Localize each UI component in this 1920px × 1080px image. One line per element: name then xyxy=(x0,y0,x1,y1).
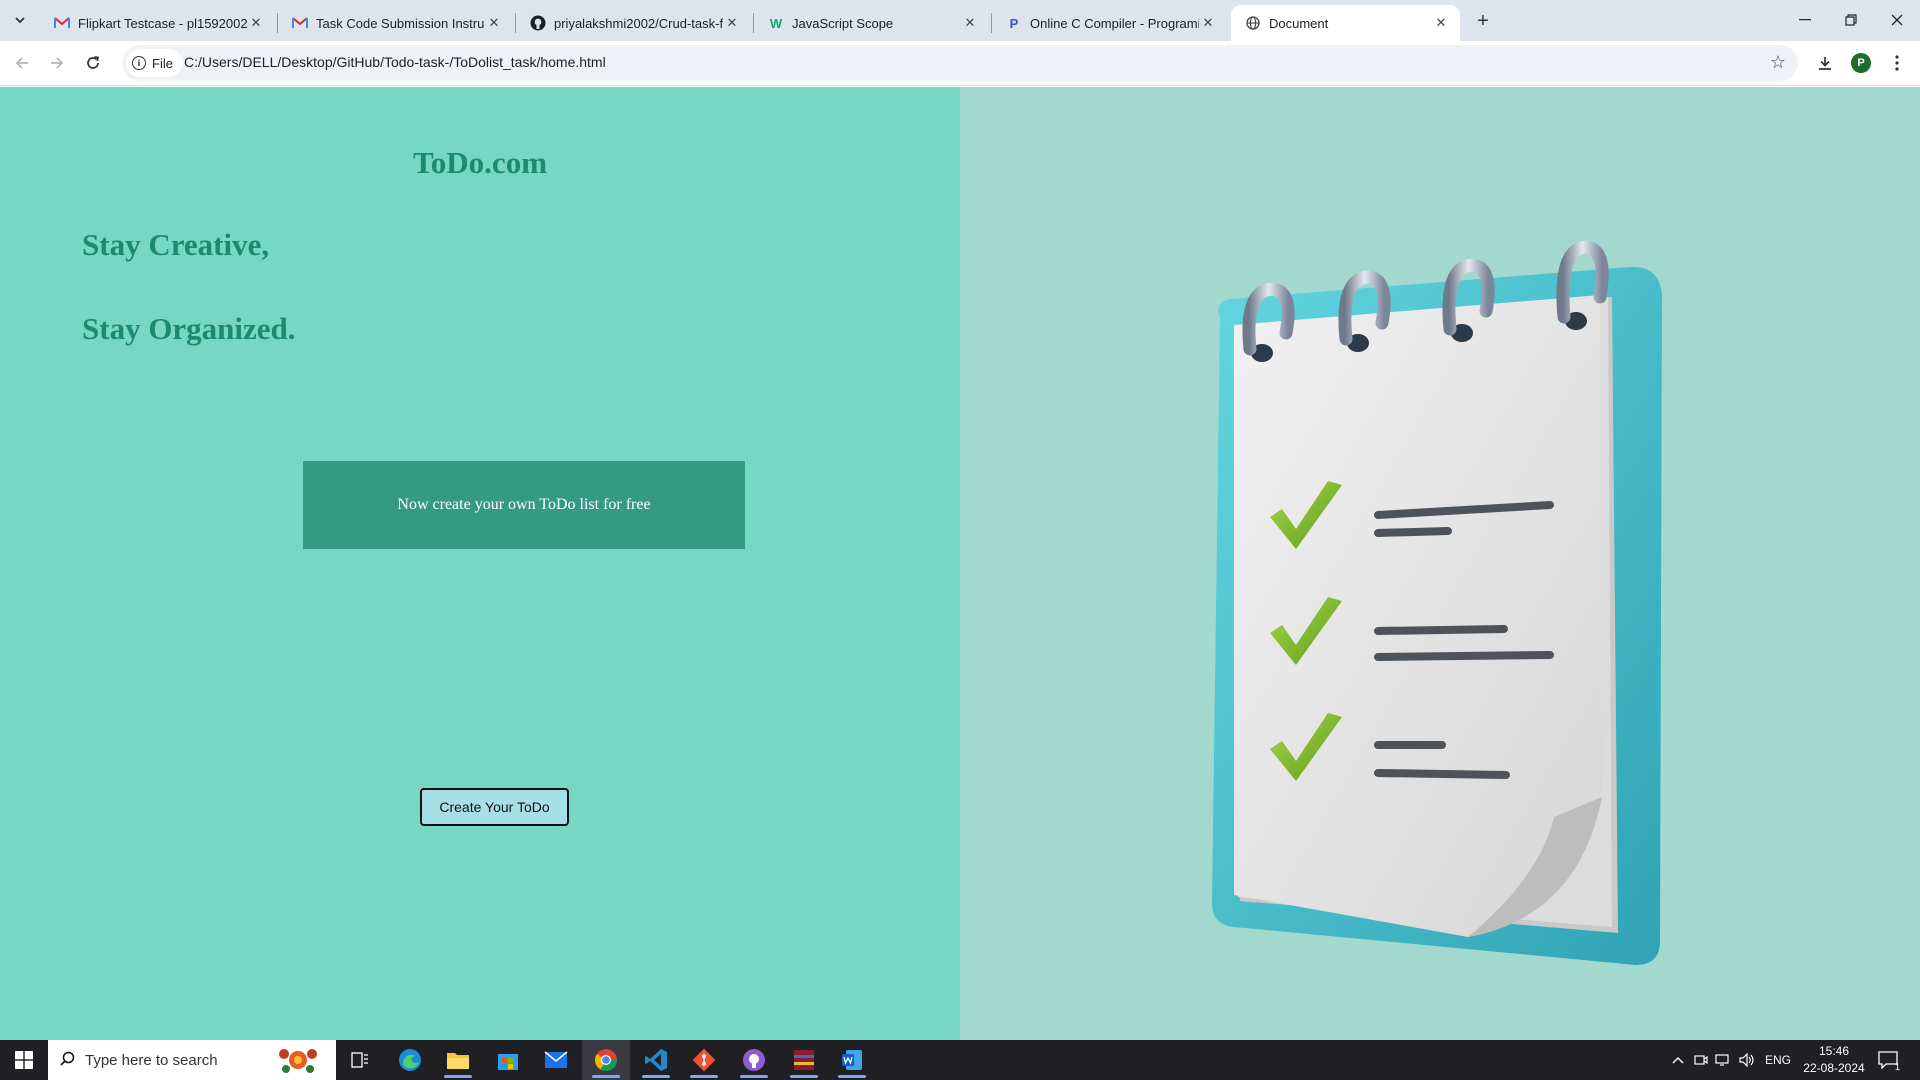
window-close-icon[interactable] xyxy=(1874,6,1920,34)
clock-date: 22-08-2024 xyxy=(1803,1061,1865,1075)
gmail-icon xyxy=(54,15,70,31)
site-info-chip[interactable]: i File xyxy=(126,49,183,77)
tab-search-chevron-icon[interactable] xyxy=(8,8,32,32)
input-language-label[interactable]: ENG xyxy=(1762,1040,1794,1080)
tab-label: priyalakshmi2002/Crud-task-file xyxy=(554,15,723,31)
minimize-icon[interactable] xyxy=(1782,6,1828,34)
bookmark-star-icon[interactable]: ☆ xyxy=(1770,52,1786,73)
downloads-icon[interactable] xyxy=(1812,50,1838,76)
tab-github-crud-task[interactable]: priyalakshmi2002/Crud-task-file ✕ xyxy=(516,5,751,41)
network-icon[interactable] xyxy=(1712,1040,1734,1080)
info-icon: i xyxy=(132,56,146,70)
tab-task-code-submission[interactable]: Task Code Submission Instructio ✕ xyxy=(278,5,513,41)
clock-time: 15:46 xyxy=(1818,1044,1850,1058)
gmail-icon xyxy=(292,15,308,31)
tab-flipkart-testcase[interactable]: Flipkart Testcase - pl1592002@ ✕ xyxy=(40,5,275,41)
close-icon[interactable]: ✕ xyxy=(247,14,265,32)
chrome-icon[interactable] xyxy=(582,1040,630,1080)
tab-online-c-compiler[interactable]: P Online C Compiler - Programiz ✕ xyxy=(992,5,1227,41)
file-explorer-icon[interactable] xyxy=(434,1040,482,1080)
tab-label: JavaScript Scope xyxy=(792,15,894,31)
mail-icon[interactable] xyxy=(532,1040,580,1080)
system-clock[interactable]: 15:46 22-08-2024 xyxy=(1796,1043,1872,1077)
edge-icon[interactable] xyxy=(386,1040,434,1080)
github-icon xyxy=(530,15,546,31)
windows-start-icon[interactable] xyxy=(0,1040,48,1080)
close-icon[interactable]: ✕ xyxy=(723,14,741,32)
tab-label: Online C Compiler - Programiz xyxy=(1030,15,1199,31)
browser-toolbar: i File C:/Users/DELL/Desktop/GitHub/Todo… xyxy=(0,41,1920,86)
search-highlight-doodle-icon[interactable] xyxy=(274,1044,322,1076)
forward-icon[interactable] xyxy=(42,48,72,78)
vscode-icon[interactable] xyxy=(632,1040,680,1080)
promo-banner-text: Now create your own ToDo list for free xyxy=(397,496,651,513)
tagline-creative: Stay Creative, xyxy=(82,227,270,262)
globe-icon xyxy=(1245,15,1261,31)
reload-icon[interactable] xyxy=(78,48,108,78)
brand-title: ToDo.com xyxy=(412,145,548,180)
back-icon[interactable] xyxy=(7,48,37,78)
tab-label: Task Code Submission Instructio xyxy=(316,15,485,31)
store-icon[interactable] xyxy=(484,1040,532,1080)
tab-document[interactable]: Document ✕ xyxy=(1231,5,1460,41)
word-icon[interactable] xyxy=(828,1040,876,1080)
winrar-icon[interactable] xyxy=(780,1040,828,1080)
page-content: ToDo.com Stay Creative, Stay Organized. … xyxy=(0,87,1920,1040)
taskbar-search-box[interactable]: Type here to search xyxy=(48,1040,336,1080)
github-desktop-icon[interactable] xyxy=(730,1040,778,1080)
close-icon[interactable]: ✕ xyxy=(961,14,979,32)
new-tab-icon[interactable]: + xyxy=(1470,8,1496,34)
scheme-label: File xyxy=(152,55,173,71)
restore-icon[interactable] xyxy=(1828,6,1874,34)
search-placeholder: Type here to search xyxy=(85,1051,218,1069)
close-icon[interactable]: ✕ xyxy=(485,14,503,32)
windows-taskbar: Type here to search ENG 15:46 22-08-2024… xyxy=(0,1040,1920,1080)
close-icon[interactable]: ✕ xyxy=(1432,14,1450,32)
task-view-icon[interactable] xyxy=(336,1040,384,1080)
notification-count: 1 xyxy=(1894,1062,1900,1072)
meet-now-icon[interactable] xyxy=(1690,1040,1712,1080)
tagline-organized: Stay Organized. xyxy=(82,311,296,346)
profile-avatar[interactable]: P xyxy=(1848,50,1874,76)
create-todo-button[interactable]: Create Your ToDo xyxy=(420,788,569,826)
notepad-checklist-illustration xyxy=(1212,240,1662,965)
notification-center-icon[interactable]: 1 xyxy=(1876,1048,1900,1072)
promo-banner: Now create your own ToDo list for free xyxy=(303,461,745,549)
tab-label: Document xyxy=(1269,15,1329,31)
hero-left-panel: ToDo.com Stay Creative, Stay Organized. … xyxy=(0,87,960,1040)
close-icon[interactable]: ✕ xyxy=(1199,14,1217,32)
tab-javascript-scope[interactable]: W JavaScript Scope ✕ xyxy=(754,5,989,41)
more-menu-icon[interactable] xyxy=(1884,50,1910,76)
url-text[interactable]: C:/Users/DELL/Desktop/GitHub/Todo-task-/… xyxy=(184,54,606,70)
browser-tab-bar: Flipkart Testcase - pl1592002@ ✕ Task Co… xyxy=(0,0,1920,41)
show-hidden-icons-icon[interactable] xyxy=(1668,1040,1688,1080)
git-icon[interactable] xyxy=(680,1040,728,1080)
search-icon xyxy=(60,1051,75,1070)
volume-icon[interactable] xyxy=(1736,1040,1758,1080)
w3schools-icon: W xyxy=(769,15,783,31)
address-bar[interactable]: i File C:/Users/DELL/Desktop/GitHub/Todo… xyxy=(122,45,1798,81)
programiz-icon: P xyxy=(1009,15,1019,31)
tab-label: Flipkart Testcase - pl1592002@ xyxy=(78,15,247,31)
